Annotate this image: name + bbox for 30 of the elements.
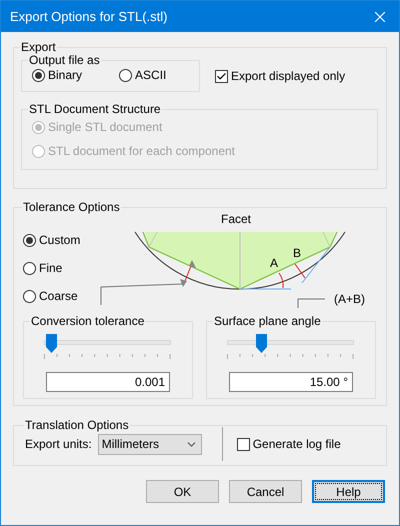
dialog-button[interactable]: OK: [146, 480, 219, 503]
units-dropdown[interactable]: Millimeters: [98, 434, 202, 454]
radio-label: Single STL document: [48, 119, 162, 136]
checkbox-label: Export displayed only: [231, 68, 346, 85]
angle-label: A: [270, 256, 278, 270]
group-label: Tolerance Options: [22, 200, 121, 214]
group-label: Surface plane angle: [213, 314, 322, 328]
group-label: Output file as: [29, 53, 101, 67]
radio-label: Custom: [39, 232, 80, 249]
radio-label: Binary: [48, 67, 82, 84]
group-label: Translation Options: [24, 418, 130, 432]
units-label: Export units:: [25, 436, 92, 453]
value-field[interactable]: 0.001: [46, 372, 170, 392]
group-label: Export: [20, 40, 57, 54]
diagram-title: Facet: [221, 214, 251, 226]
checkbox-label: Generate log file: [252, 436, 341, 453]
field-value: 0.001: [134, 374, 165, 391]
radio-label: Coarse: [39, 288, 78, 305]
group-label: STL Document Structure: [28, 102, 162, 116]
angle-label: B: [293, 246, 302, 260]
field-value: 15.00 °: [310, 374, 348, 391]
angle-sum-label: (A+B): [334, 292, 366, 306]
window-title: Export Options for STL(.stl): [10, 8, 168, 26]
radio-label: ASCII: [135, 67, 166, 84]
value-field[interactable]: 15.00 °: [229, 372, 353, 392]
radio-label: Fine: [39, 260, 62, 277]
dialog-button[interactable]: Cancel: [229, 480, 302, 503]
radio-label: STL document for each component: [48, 143, 235, 160]
dialog-button[interactable]: Help: [312, 480, 385, 503]
group-label: Conversion tolerance: [30, 314, 146, 328]
